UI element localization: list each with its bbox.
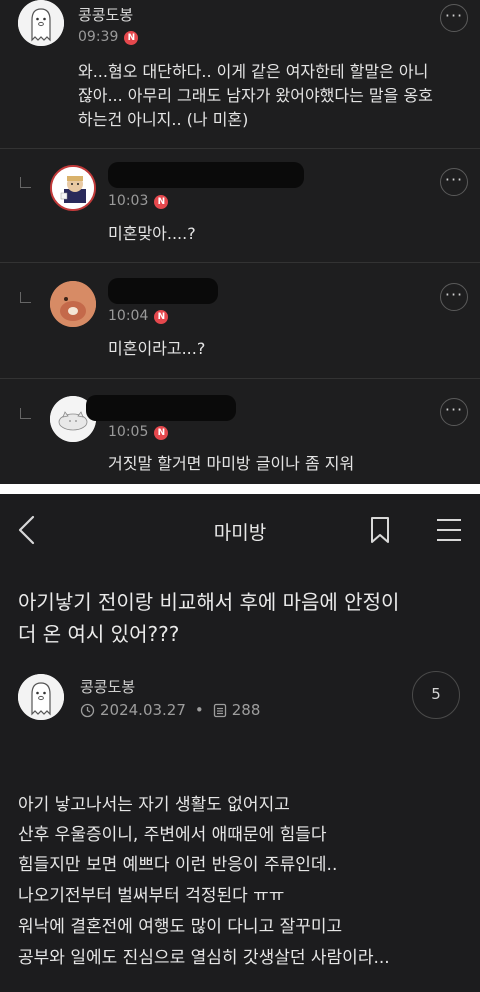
comment-time-value: 10:05 xyxy=(108,424,149,440)
post-title-line: 아기낳기 전이랑 비교해서 후에 마음에 안정이 xyxy=(18,590,400,614)
avatar-character[interactable] xyxy=(50,165,96,211)
hamburger-menu-icon xyxy=(437,519,461,541)
views-icon xyxy=(213,703,226,717)
comment-text-line: 잖아... 아무리 그래도 남자가 왔어야했다는 말을 옹호 xyxy=(78,86,433,105)
new-badge: N xyxy=(154,195,169,209)
comment-text-line: 하는건 아니지.. (나 미혼) xyxy=(78,110,249,129)
redacted-author xyxy=(108,278,218,304)
clock-icon xyxy=(80,703,95,717)
post-body-line: 아기 낳고나서는 자기 생활도 없어지고 xyxy=(18,795,290,815)
new-badge: N xyxy=(124,31,139,45)
post-date: 2024.03.27 xyxy=(100,701,186,719)
comment-time: 10:03 N xyxy=(108,193,169,209)
post-body-line: 나오기전부터 벌써부터 걱정된다 ㅠㅠ xyxy=(18,886,285,906)
comment-section: 콩콩도봉 09:39 N ··· 와...혐오 대단하다.. 이게 같은 여자한테… xyxy=(0,0,480,484)
post-body-line: 워낙에 결혼전에 여행도 많이 다니고 잘꾸미고 xyxy=(18,917,343,937)
post-view: 마미방 아기낳기 전이랑 비교해서 후에 마음에 안정이 더 온 여시 있어??… xyxy=(0,494,480,992)
comment-text: 미혼맞아....? xyxy=(108,224,196,243)
more-options-button[interactable]: ··· xyxy=(440,283,468,311)
post-title-line: 더 온 여시 있어??? xyxy=(18,622,180,646)
comment-text: 거짓말 할거면 마미방 글이나 좀 지워 xyxy=(108,454,355,473)
comment-text: 미혼이라고...? xyxy=(108,339,206,358)
comment-time-value: 09:39 xyxy=(78,29,119,45)
redacted-author xyxy=(86,395,236,421)
post-author-avatar[interactable] xyxy=(18,674,64,720)
character-avatar-icon xyxy=(52,167,94,209)
more-options-button[interactable]: ··· xyxy=(440,398,468,426)
comment-divider xyxy=(0,148,480,149)
new-badge: N xyxy=(154,426,169,440)
comment-text: 와...혐오 대단하다.. 이게 같은 여자한테 할말은 아니 잖아... 아무… xyxy=(78,60,433,132)
post-body-line: 힘들지만 보면 예쁘다 이런 반응이 주류인데.. xyxy=(18,855,338,875)
post-title: 아기낳기 전이랑 비교해서 후에 마음에 안정이 더 온 여시 있어??? xyxy=(18,586,468,650)
post-body-line: 공부와 일에도 진심으로 열심히 갓생살던 사람이라... xyxy=(18,948,390,968)
photo-avatar-icon xyxy=(50,281,96,327)
post-body-line: 산후 우울증이니, 주변에서 애때문에 힘들다 xyxy=(18,825,327,845)
more-options-button[interactable]: ··· xyxy=(440,4,468,32)
bookmark-icon xyxy=(371,517,389,543)
post-author[interactable]: 콩콩도봉 xyxy=(80,676,135,697)
comment-time-value: 10:03 xyxy=(108,193,149,209)
reply-indicator-icon xyxy=(20,177,31,188)
comment-count-button[interactable]: 5 xyxy=(412,671,460,719)
post-meta: 2024.03.27 • 288 xyxy=(80,701,260,719)
comment-time: 09:39 N xyxy=(78,29,139,45)
comment-time: 10:04 N xyxy=(108,308,169,324)
comment-divider xyxy=(0,262,480,263)
ghost-avatar-icon xyxy=(18,0,64,46)
board-title: 마미방 xyxy=(213,522,267,544)
comment-divider xyxy=(0,378,480,379)
menu-button[interactable] xyxy=(436,518,462,546)
meta-separator: • xyxy=(194,701,204,719)
ghost-avatar-icon xyxy=(18,674,64,720)
comment-text-line: 와...혐오 대단하다.. 이게 같은 여자한테 할말은 아니 xyxy=(78,62,429,81)
comment-author[interactable]: 콩콩도봉 xyxy=(78,4,133,25)
reply-indicator-icon xyxy=(20,292,31,303)
redacted-author xyxy=(108,162,304,188)
bookmark-button[interactable] xyxy=(369,516,391,548)
avatar-photo[interactable] xyxy=(50,281,96,327)
avatar-ghost[interactable] xyxy=(18,0,64,46)
comment-time: 10:05 N xyxy=(108,424,169,440)
screenshot-divider xyxy=(0,484,480,494)
more-options-button[interactable]: ··· xyxy=(440,168,468,196)
new-badge: N xyxy=(154,310,169,324)
comment-time-value: 10:04 xyxy=(108,308,149,324)
reply-indicator-icon xyxy=(20,408,31,419)
post-views: 288 xyxy=(231,701,261,719)
